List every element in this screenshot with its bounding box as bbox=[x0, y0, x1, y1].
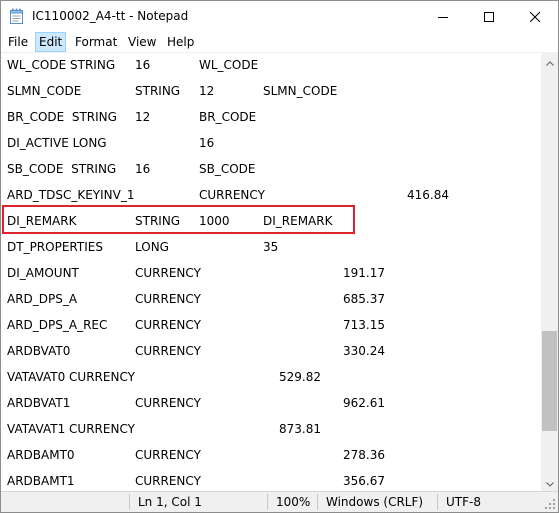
text-line: ARD_DPS_A CURRENCY 685.37 bbox=[1, 287, 541, 313]
line-text: 330.24 bbox=[343, 344, 385, 358]
line-text: ARD_DPS_A bbox=[7, 292, 78, 306]
line-text: LONG bbox=[135, 240, 169, 254]
scroll-down-button[interactable] bbox=[541, 474, 558, 491]
line-text: CURRENCY bbox=[135, 318, 201, 332]
scroll-up-button[interactable] bbox=[541, 53, 558, 70]
status-divider bbox=[267, 494, 268, 510]
menu-file[interactable]: File bbox=[5, 32, 31, 52]
line-text: 356.67 bbox=[343, 474, 385, 488]
line-text: ARDBVAT0 bbox=[7, 344, 71, 358]
line-text: 529.82 bbox=[279, 370, 321, 384]
minimize-button[interactable] bbox=[420, 1, 466, 32]
close-button[interactable] bbox=[512, 1, 558, 32]
vertical-scrollbar[interactable] bbox=[541, 53, 558, 491]
line-text: CURRENCY bbox=[135, 266, 201, 280]
maximize-icon bbox=[484, 11, 494, 22]
line-text: CURRENCY bbox=[135, 344, 201, 358]
line-text: 35 bbox=[263, 240, 279, 254]
line-text: CURRENCY bbox=[135, 448, 201, 462]
status-bar: Ln 1, Col 1 100% Windows (CRLF) UTF-8 bbox=[1, 491, 558, 512]
line-text: 416.84 bbox=[407, 188, 449, 202]
text-editor[interactable]: WL_CODE STRING 16 WL_CODE SLMN_CODE STRI… bbox=[1, 53, 541, 491]
menu-view[interactable]: View bbox=[125, 32, 159, 52]
menu-help[interactable]: Help bbox=[164, 32, 197, 52]
text-line: SLMN_CODE STRING 12 SLMN_CODE bbox=[1, 79, 541, 105]
highlight-annotation-box bbox=[2, 205, 355, 234]
resize-grip-icon[interactable] bbox=[544, 498, 556, 510]
line-text: 191.17 bbox=[343, 266, 385, 280]
menu-edit[interactable]: Edit bbox=[35, 32, 67, 52]
line-text: SLMN_CODE bbox=[263, 84, 338, 98]
menu-format[interactable]: Format bbox=[72, 32, 120, 52]
line-text: ARDBAMT1 bbox=[7, 474, 75, 488]
line-text: 278.36 bbox=[343, 448, 385, 462]
line-text: DT_PROPERTIES bbox=[7, 240, 103, 254]
text-line: DT_PROPERTIES LONG 35 bbox=[1, 235, 541, 261]
text-line: BR_CODE STRING 12 BR_CODE bbox=[1, 105, 541, 131]
maximize-button[interactable] bbox=[466, 1, 512, 32]
line-text: 962.61 bbox=[343, 396, 385, 410]
line-text: 16 bbox=[135, 162, 151, 176]
line-text: ARD_DPS_A_REC bbox=[7, 318, 108, 332]
title-bar[interactable]: IC110002_A4-tt - Notepad bbox=[1, 1, 558, 32]
text-line: SB_CODE STRING 16 SB_CODE bbox=[1, 157, 541, 183]
line-text: ARD_TDSC_KEYINV_1 bbox=[7, 188, 135, 202]
line-text: 16 bbox=[199, 136, 215, 150]
line-text: CURRENCY bbox=[199, 188, 265, 202]
text-line: WL_CODE STRING 16 WL_CODE bbox=[1, 53, 541, 79]
status-zoom: 100% bbox=[276, 495, 311, 509]
line-text: WL_CODE STRING bbox=[7, 58, 116, 72]
notepad-icon bbox=[9, 8, 25, 25]
line-text: 713.15 bbox=[343, 318, 385, 332]
text-line: ARDBAMT0 CURRENCY 278.36 bbox=[1, 443, 541, 469]
window-title: IC110002_A4-tt - Notepad bbox=[32, 9, 189, 23]
text-line: ARDBVAT1 CURRENCY 962.61 bbox=[1, 391, 541, 417]
line-text: CURRENCY bbox=[135, 396, 201, 410]
close-icon bbox=[530, 11, 540, 22]
status-divider bbox=[317, 494, 318, 510]
status-cursor-position: Ln 1, Col 1 bbox=[138, 495, 202, 509]
line-text: CURRENCY bbox=[135, 292, 201, 306]
text-line: VATAVAT1 CURRENCY 873.81 bbox=[1, 417, 541, 443]
text-line: DI_AMOUNT CURRENCY 191.17 bbox=[1, 261, 541, 287]
status-divider bbox=[437, 494, 438, 510]
text-line: DI_ACTIVE LONG 16 bbox=[1, 131, 541, 157]
status-divider bbox=[129, 494, 130, 510]
line-text: VATAVAT1 CURRENCY bbox=[7, 422, 135, 436]
line-text: WL_CODE bbox=[199, 58, 259, 72]
chevron-up-icon bbox=[545, 55, 554, 69]
line-text: DI_AMOUNT bbox=[7, 266, 79, 280]
line-text: 12 bbox=[135, 110, 151, 124]
status-line-ending: Windows (CRLF) bbox=[326, 495, 424, 509]
line-text: BR_CODE bbox=[199, 110, 257, 124]
line-text: SB_CODE STRING bbox=[7, 162, 117, 176]
text-line: ARDBVAT0 CURRENCY 330.24 bbox=[1, 339, 541, 365]
chevron-down-icon bbox=[545, 476, 554, 490]
line-text: 873.81 bbox=[279, 422, 321, 436]
line-text: 12 bbox=[199, 84, 215, 98]
text-line: ARD_DPS_A_REC CURRENCY 713.15 bbox=[1, 313, 541, 339]
scrollbar-thumb[interactable] bbox=[542, 331, 557, 431]
line-text: SLMN_CODE bbox=[7, 84, 82, 98]
line-text: 16 bbox=[135, 58, 151, 72]
line-text: DI_ACTIVE LONG bbox=[7, 136, 107, 150]
notepad-window: IC110002_A4-tt - Notepad File Edit Forma… bbox=[0, 0, 559, 513]
line-text: STRING bbox=[135, 84, 181, 98]
line-text: 685.37 bbox=[343, 292, 385, 306]
line-text: VATAVAT0 CURRENCY bbox=[7, 370, 135, 384]
line-text: SB_CODE bbox=[199, 162, 256, 176]
line-text: ARDBVAT1 bbox=[7, 396, 71, 410]
status-encoding: UTF-8 bbox=[446, 495, 481, 509]
line-text: CURRENCY bbox=[135, 474, 201, 488]
text-line: VATAVAT0 CURRENCY 529.82 bbox=[1, 365, 541, 391]
line-text: ARDBAMT0 bbox=[7, 448, 75, 462]
line-text: BR_CODE STRING bbox=[7, 110, 117, 124]
minimize-icon bbox=[438, 12, 448, 22]
text-line: ARDBAMT1 CURRENCY 356.67 bbox=[1, 469, 541, 491]
menu-bar: File Edit Format View Help bbox=[1, 32, 558, 52]
